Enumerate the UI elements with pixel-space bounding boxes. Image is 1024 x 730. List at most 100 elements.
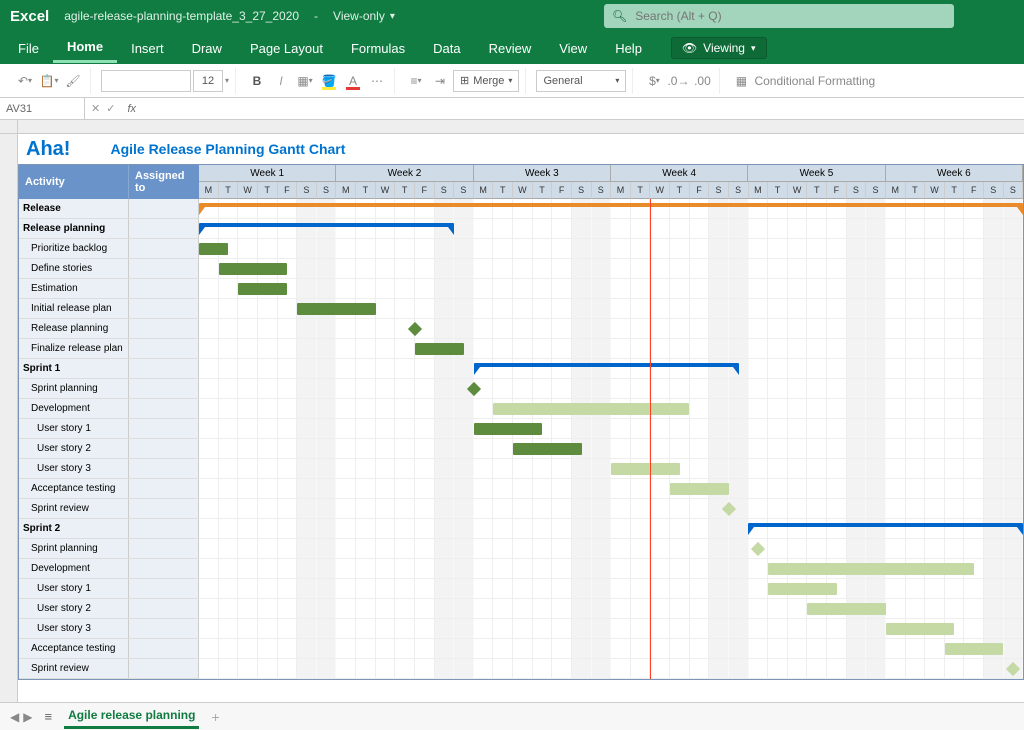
assigned-cell[interactable] <box>129 519 199 538</box>
assigned-cell[interactable] <box>129 559 199 578</box>
gantt-row[interactable]: Sprint review <box>19 659 199 679</box>
gantt-bar[interactable] <box>297 303 375 315</box>
gantt-bar[interactable] <box>807 603 885 615</box>
menu-file[interactable]: File <box>4 35 53 62</box>
gantt-milestone[interactable] <box>722 502 736 516</box>
align-button[interactable]: ≡▾ <box>405 70 427 92</box>
assigned-cell[interactable] <box>129 639 199 658</box>
search-input[interactable] <box>635 9 946 23</box>
name-box[interactable]: AV31 <box>0 98 85 119</box>
assigned-cell[interactable] <box>129 619 199 638</box>
gantt-bar[interactable] <box>199 203 1023 211</box>
gantt-row[interactable]: User story 3 <box>19 459 199 479</box>
gantt-bar[interactable] <box>199 223 454 231</box>
document-name[interactable]: agile-release-planning-template_3_27_202… <box>64 9 299 23</box>
assigned-cell[interactable] <box>129 359 199 378</box>
all-sheets-icon[interactable]: ≡ <box>44 709 52 724</box>
assigned-cell[interactable] <box>129 379 199 398</box>
viewing-button[interactable]: 👁 Viewing ▾ <box>671 37 767 59</box>
assigned-cell[interactable] <box>129 659 199 678</box>
assigned-cell[interactable] <box>129 499 199 518</box>
gantt-row[interactable]: Sprint 1 <box>19 359 199 379</box>
gantt-milestone[interactable] <box>408 322 422 336</box>
font-color-button[interactable]: A <box>342 70 364 92</box>
gantt-row[interactable]: Define stories <box>19 259 199 279</box>
gantt-row[interactable]: Sprint 2 <box>19 519 199 539</box>
row-headers[interactable] <box>0 134 18 714</box>
fill-color-button[interactable]: 🪣 <box>318 70 340 92</box>
currency-button[interactable]: $▾ <box>643 70 665 92</box>
borders-button[interactable]: ▦▾ <box>294 70 316 92</box>
gantt-row[interactable]: User story 1 <box>19 419 199 439</box>
paste-button[interactable]: 📋▾ <box>38 70 60 92</box>
gantt-bar[interactable] <box>415 343 464 355</box>
gantt-bar[interactable] <box>768 563 974 575</box>
font-selector[interactable] <box>101 70 191 92</box>
gantt-bar[interactable] <box>474 423 543 435</box>
gantt-row[interactable]: Development <box>19 399 199 419</box>
decrease-decimal-button[interactable]: .0→ <box>667 70 689 92</box>
gantt-row[interactable]: Release <box>19 199 199 219</box>
chevron-down-icon[interactable]: ▾ <box>225 76 229 85</box>
conditional-formatting-icon[interactable]: ▦ <box>730 70 752 92</box>
gantt-bar[interactable] <box>199 243 228 255</box>
gantt-row[interactable]: Acceptance testing <box>19 639 199 659</box>
formula-input[interactable] <box>136 101 1024 116</box>
gantt-row[interactable]: Sprint review <box>19 499 199 519</box>
gantt-bar[interactable] <box>748 523 1023 531</box>
gantt-bar[interactable] <box>493 403 689 415</box>
menu-draw[interactable]: Draw <box>178 35 236 62</box>
menu-review[interactable]: Review <box>475 35 546 62</box>
assigned-cell[interactable] <box>129 279 199 298</box>
gantt-row[interactable]: Acceptance testing <box>19 479 199 499</box>
gantt-bar[interactable] <box>945 643 1004 655</box>
gantt-bar[interactable] <box>238 283 287 295</box>
enter-icon[interactable]: ✓ <box>106 102 115 115</box>
gantt-bar[interactable] <box>886 623 955 635</box>
menu-page-layout[interactable]: Page Layout <box>236 35 337 62</box>
gantt-row[interactable]: Development <box>19 559 199 579</box>
gantt-row[interactable]: Release planning <box>19 219 199 239</box>
menu-home[interactable]: Home <box>53 33 117 63</box>
assigned-cell[interactable] <box>129 219 199 238</box>
cancel-icon[interactable]: ✕ <box>91 102 100 115</box>
tab-next-icon[interactable]: ▶ <box>23 710 32 724</box>
gantt-bar[interactable] <box>768 583 837 595</box>
assigned-cell[interactable] <box>129 239 199 258</box>
assigned-cell[interactable] <box>129 199 199 218</box>
menu-data[interactable]: Data <box>419 35 474 62</box>
assigned-cell[interactable] <box>129 319 199 338</box>
gantt-row[interactable]: Sprint planning <box>19 379 199 399</box>
italic-button[interactable]: I <box>270 70 292 92</box>
gantt-row[interactable]: Initial release plan <box>19 299 199 319</box>
gantt-row[interactable]: User story 3 <box>19 619 199 639</box>
chevron-down-icon[interactable]: ▾ <box>390 11 395 22</box>
font-size-selector[interactable]: 12 <box>193 70 223 92</box>
conditional-formatting-label[interactable]: Conditional Formatting <box>754 74 875 88</box>
tab-prev-icon[interactable]: ◀ <box>10 710 19 724</box>
gantt-bar[interactable] <box>611 463 680 475</box>
gantt-bar[interactable] <box>513 443 582 455</box>
assigned-cell[interactable] <box>129 419 199 438</box>
assigned-cell[interactable] <box>129 479 199 498</box>
gantt-milestone[interactable] <box>1006 662 1020 676</box>
search-box[interactable]: 🔍︎ <box>604 4 954 28</box>
sheet-tab-active[interactable]: Agile release planning <box>64 704 199 729</box>
gantt-bar[interactable] <box>219 263 288 275</box>
spreadsheet-area[interactable]: Aha! Agile Release Planning Gantt Chart … <box>18 134 1024 714</box>
gantt-row[interactable]: User story 1 <box>19 579 199 599</box>
gantt-row[interactable]: Release planning <box>19 319 199 339</box>
gantt-row[interactable]: Estimation <box>19 279 199 299</box>
gantt-bar[interactable] <box>474 363 739 371</box>
gantt-row[interactable]: Prioritize backlog <box>19 239 199 259</box>
gantt-row[interactable]: Sprint planning <box>19 539 199 559</box>
gantt-row[interactable]: User story 2 <box>19 439 199 459</box>
assigned-cell[interactable] <box>129 439 199 458</box>
gantt-milestone[interactable] <box>751 542 765 556</box>
gantt-row[interactable]: Finalize release plan <box>19 339 199 359</box>
menu-view[interactable]: View <box>545 35 601 62</box>
assigned-cell[interactable] <box>129 299 199 318</box>
merge-dropdown[interactable]: ⊞Merge▾ <box>453 70 519 92</box>
menu-help[interactable]: Help <box>601 35 656 62</box>
menu-formulas[interactable]: Formulas <box>337 35 419 62</box>
